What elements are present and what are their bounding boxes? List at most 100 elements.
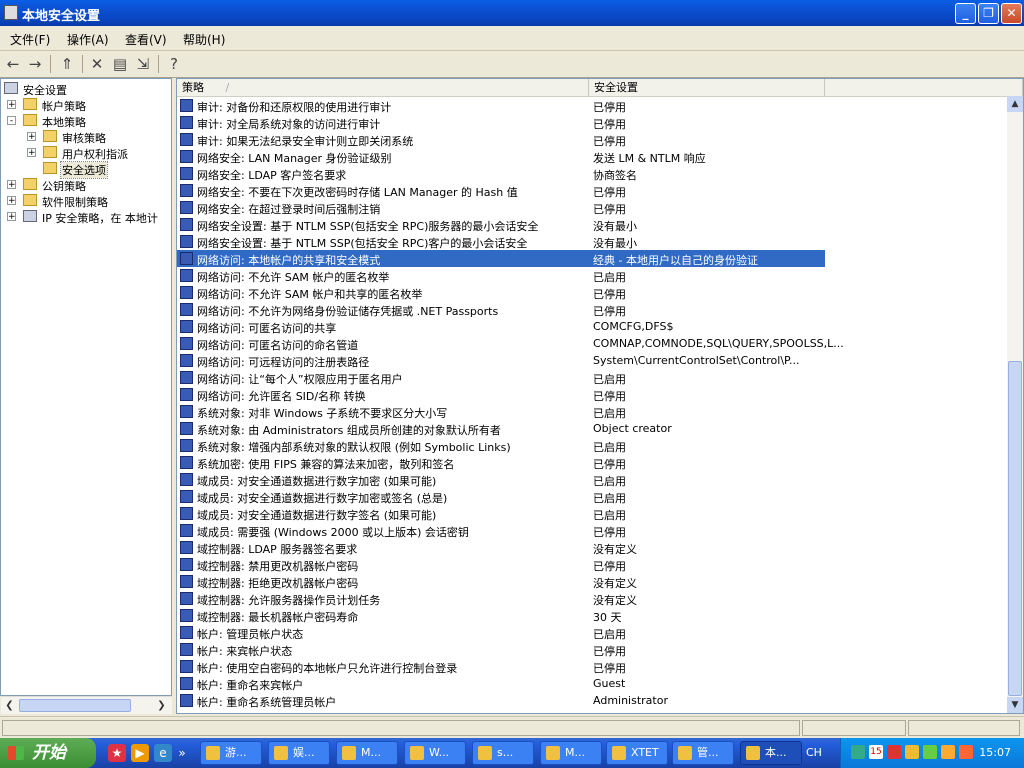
tray-app-icon[interactable]: [905, 745, 919, 759]
calendar-icon[interactable]: 15: [869, 745, 883, 759]
title-bar[interactable]: 本地安全设置 _ ❐ ✕: [0, 0, 1024, 26]
table-row[interactable]: 网络访问: 不允许为网络身份验证储存凭据或 .NET Passports 已停用: [177, 301, 1006, 318]
up-folder-icon[interactable]: ⇑: [58, 55, 76, 73]
policy-icon: [180, 592, 193, 605]
table-row[interactable]: 系统对象: 增强内部系统对象的默认权限 (例如 Symbolic Links) 已…: [177, 437, 1006, 454]
table-row[interactable]: 帐户: 使用空白密码的本地帐户只允许进行控制台登录 已停用: [177, 658, 1006, 675]
taskbar-button[interactable]: 管...: [672, 741, 734, 765]
table-row[interactable]: 网络访问: 允许匿名 SID/名称 转换 已停用: [177, 386, 1006, 403]
column-header-policy[interactable]: 策略 /: [177, 79, 589, 96]
forward-icon[interactable]: →: [26, 55, 44, 73]
table-row[interactable]: 域控制器: 禁用更改机器帐户密码 已停用: [177, 556, 1006, 573]
policy-name: 系统对象: 增强内部系统对象的默认权限 (例如 Symbolic Links): [197, 441, 511, 454]
table-row[interactable]: 网络安全: 在超过登录时间后强制注销 已停用: [177, 199, 1006, 216]
taskbar-button[interactable]: 娱...: [268, 741, 330, 765]
menu-file[interactable]: 文件(F): [10, 31, 50, 48]
quicklaunch-more-icon[interactable]: »: [176, 744, 188, 762]
scroll-down-icon[interactable]: ▼: [1007, 697, 1023, 713]
table-row[interactable]: 帐户: 重命名来宾帐户 Guest: [177, 675, 1006, 692]
table-row[interactable]: 域控制器: 允许服务器操作员计划任务 没有定义: [177, 590, 1006, 607]
tray-app-icon[interactable]: [959, 745, 973, 759]
table-row[interactable]: 网络访问: 可远程访问的注册表路径 System\CurrentControlSe…: [177, 352, 1006, 369]
table-row[interactable]: 系统加密: 使用 FIPS 兼容的算法来加密，散列和签名 已停用: [177, 454, 1006, 471]
taskbar-button[interactable]: M...: [336, 741, 398, 765]
table-row[interactable]: 网络安全: LAN Manager 身份验证级别 发送 LM & NTLM 响应: [177, 148, 1006, 165]
table-row[interactable]: 审计: 如果无法纪录安全审计则立即关闭系统 已停用: [177, 131, 1006, 148]
table-row[interactable]: 网络访问: 可匿名访问的命名管道 COMNAP,COMNODE,SQL\QUERY…: [177, 335, 1006, 352]
taskbar-button[interactable]: XTET: [606, 741, 668, 765]
folder-lock-icon: [43, 162, 57, 174]
table-row[interactable]: 帐户: 管理员帐户状态 已启用: [177, 624, 1006, 641]
tree-expander[interactable]: +: [7, 196, 16, 206]
scroll-right-icon[interactable]: ❯: [154, 698, 169, 713]
taskbar-button[interactable]: 本...: [740, 741, 802, 765]
table-row[interactable]: 域成员: 需要强 (Windows 2000 或以上版本) 会话密钥 已停用: [177, 522, 1006, 539]
tree-expander[interactable]: +: [7, 212, 16, 222]
restore-button[interactable]: ❐: [978, 3, 999, 24]
app-icon[interactable]: [4, 5, 18, 20]
tree-expander[interactable]: -: [7, 116, 16, 126]
menu-view[interactable]: 查看(V): [125, 31, 167, 48]
console-tree[interactable]: 安全设置 + 帐户策略 - 本地策略 + 审核策略 + 用户权利指派 安全选项 …: [0, 78, 172, 696]
table-row[interactable]: 网络安全设置: 基于 NTLM SSP(包括安全 RPC)客户的最小会话安全 没有…: [177, 233, 1006, 250]
table-row[interactable]: 网络安全设置: 基于 NTLM SSP(包括安全 RPC)服务器的最小会话安全 没…: [177, 216, 1006, 233]
network-icon[interactable]: [851, 745, 865, 759]
task-app-icon: [678, 746, 692, 760]
table-row[interactable]: 网络访问: 让“每个人”权限应用于匿名用户 已启用: [177, 369, 1006, 386]
table-row[interactable]: 域控制器: LDAP 服务器签名要求 没有定义: [177, 539, 1006, 556]
table-row[interactable]: 帐户: 重命名系统管理员帐户 Administrator: [177, 692, 1006, 709]
tray-app-icon[interactable]: [941, 745, 955, 759]
help-icon[interactable]: ?: [165, 55, 183, 73]
table-row[interactable]: 帐户: 来宾帐户状态 已停用: [177, 641, 1006, 658]
table-row[interactable]: 网络安全: LDAP 客户签名要求 协商签名: [177, 165, 1006, 182]
table-row[interactable]: 网络访问: 不允许 SAM 帐户的匿名枚举 已启用: [177, 267, 1006, 284]
table-row[interactable]: 域成员: 对安全通道数据进行数字签名 (如果可能) 已启用: [177, 505, 1006, 522]
scroll-left-icon[interactable]: ❮: [2, 698, 17, 713]
list-vertical-scrollbar[interactable]: ▲ ▼: [1007, 96, 1023, 713]
tree-horizontal-scrollbar[interactable]: ❮ ❯: [1, 696, 172, 714]
scroll-thumb[interactable]: [19, 699, 131, 712]
policy-list[interactable]: 策略 / 安全设置 审计: 对备份和还原权限的使用进行审计 已停用 审计: 对全局系…: [176, 78, 1024, 714]
column-header-setting[interactable]: 安全设置: [589, 79, 825, 96]
table-row[interactable]: 域控制器: 最长机器帐户密码寿命 30 天: [177, 607, 1006, 624]
table-row[interactable]: 网络访问: 可匿名访问的共享 COMCFG,DFS$: [177, 318, 1006, 335]
tray-app-icon[interactable]: [887, 745, 901, 759]
start-button[interactable]: 开始: [0, 738, 96, 768]
quicklaunch-media-icon[interactable]: ▶: [131, 744, 149, 762]
taskbar-button[interactable]: M...: [540, 741, 602, 765]
list-header: 策略 / 安全设置: [177, 79, 1023, 97]
back-icon[interactable]: ←: [4, 55, 22, 73]
taskbar-button[interactable]: W...: [404, 741, 466, 765]
delete-icon[interactable]: ✕: [88, 55, 106, 73]
table-row[interactable]: 审计: 对备份和还原权限的使用进行审计 已停用: [177, 97, 1006, 114]
table-row[interactable]: 审计: 对全局系统对象的访问进行审计 已停用: [177, 114, 1006, 131]
table-row[interactable]: 域成员: 对安全通道数据进行数字加密或签名 (总是) 已启用: [177, 488, 1006, 505]
table-row[interactable]: 域成员: 对安全通道数据进行数字加密 (如果可能) 已启用: [177, 471, 1006, 488]
table-row[interactable]: 网络安全: 不要在下次更改密码时存储 LAN Manager 的 Hash 值 已…: [177, 182, 1006, 199]
tree-expander[interactable]: +: [7, 100, 16, 110]
tray-app-icon[interactable]: [923, 745, 937, 759]
quicklaunch-ie-icon[interactable]: e: [154, 744, 172, 762]
taskbar-button[interactable]: 游...: [200, 741, 262, 765]
table-row[interactable]: 域控制器: 拒绝更改机器帐户密码 没有定义: [177, 573, 1006, 590]
clock[interactable]: 15:07: [979, 746, 1011, 759]
table-row[interactable]: 系统对象: 由 Administrators 组成员所创建的对象默认所有者 Obj…: [177, 420, 1006, 437]
table-row[interactable]: 系统对象: 对非 Windows 子系统不要求区分大小写 已启用: [177, 403, 1006, 420]
folder-lock-icon: [43, 130, 57, 142]
properties-icon[interactable]: ▤: [111, 55, 129, 73]
tree-expander[interactable]: +: [7, 180, 16, 190]
tree-expander[interactable]: +: [27, 132, 36, 142]
taskbar-button[interactable]: s...: [472, 741, 534, 765]
minimize-button[interactable]: _: [955, 3, 976, 24]
table-row[interactable]: 网络访问: 本地帐户的共享和安全模式 经典 - 本地用户以自己的身份验证: [177, 250, 825, 267]
scroll-thumb[interactable]: [1008, 361, 1022, 696]
menu-help[interactable]: 帮助(H): [183, 31, 225, 48]
menu-action[interactable]: 操作(A): [67, 31, 109, 48]
close-button[interactable]: ✕: [1001, 3, 1022, 24]
scroll-up-icon[interactable]: ▲: [1007, 96, 1023, 112]
quicklaunch-icon[interactable]: ★: [108, 744, 126, 762]
language-indicator[interactable]: CH: [806, 746, 822, 759]
table-row[interactable]: 网络访问: 不允许 SAM 帐户和共享的匿名枚举 已停用: [177, 284, 1006, 301]
tree-expander[interactable]: +: [27, 148, 36, 158]
export-list-icon[interactable]: ⇲: [134, 55, 152, 73]
